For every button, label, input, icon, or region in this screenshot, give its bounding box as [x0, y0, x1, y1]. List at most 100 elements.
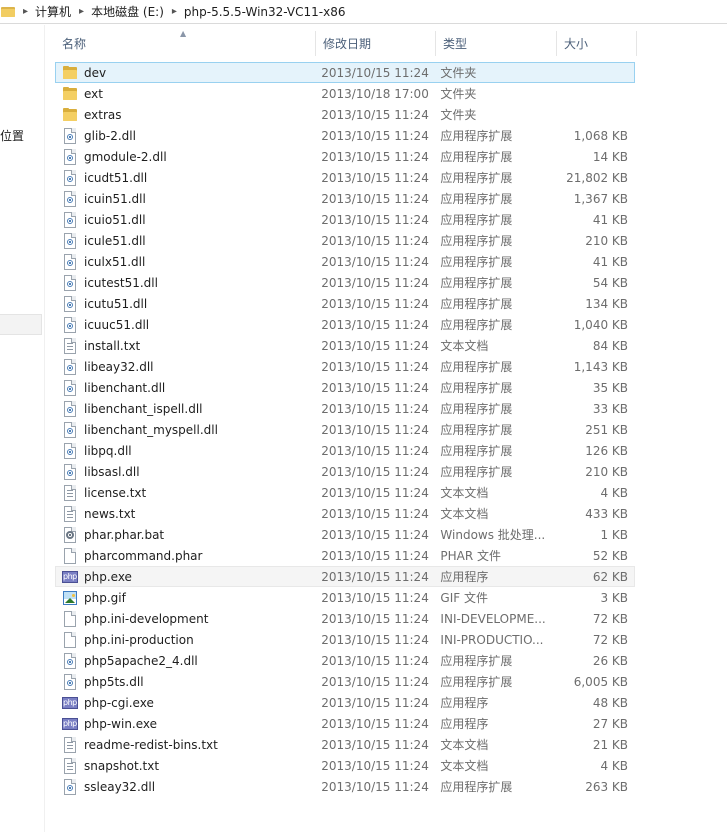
file-row[interactable]: icuio51.dll 2013/10/15 11:24 应用程序扩展 41 KB [55, 209, 635, 230]
file-name: icudt51.dll [84, 170, 148, 185]
file-name: php.gif [84, 590, 126, 605]
nav-item-locations[interactable]: 位置 [0, 127, 24, 144]
dll-icon [62, 232, 78, 249]
column-header-size[interactable]: 大小 [557, 31, 637, 56]
blank-file-icon [62, 631, 78, 648]
file-date-modified: 2013/10/15 11:24 [321, 170, 429, 185]
file-row[interactable]: snapshot.txt 2013/10/15 11:24 文本文档 4 KB [55, 755, 635, 776]
file-row[interactable]: libenchant.dll 2013/10/15 11:24 应用程序扩展 35 K… [55, 377, 635, 398]
file-row[interactable]: icuin51.dll 2013/10/15 11:24 应用程序扩展 1,367 K… [55, 188, 635, 209]
dll-icon [62, 778, 78, 795]
file-type: 应用程序扩展 [440, 276, 513, 290]
dll-icon [62, 211, 78, 228]
file-size: 72 KB [592, 632, 629, 647]
file-row[interactable]: install.txt 2013/10/15 11:24 文本文档 84 KB [55, 335, 635, 356]
php-exe-icon: php [62, 716, 78, 732]
dll-icon [62, 463, 78, 480]
file-name: icutest51.dll [84, 275, 158, 290]
php-icon-text: php [63, 571, 77, 581]
file-row[interactable]: php php-cgi.exe 2013/10/15 11:24 应用程序 48 KB [55, 692, 635, 713]
php-exe-icon: php [62, 569, 78, 585]
dll-icon [62, 358, 78, 375]
file-date-modified: 2013/10/15 11:24 [321, 611, 429, 626]
file-type: 应用程序扩展 [440, 171, 513, 185]
file-date-modified: 2013/10/15 11:24 [321, 191, 429, 206]
file-type: 文本文档 [440, 507, 489, 521]
file-row[interactable]: icutest51.dll 2013/10/15 11:24 应用程序扩展 54 KB [55, 272, 635, 293]
file-row[interactable]: php.gif 2013/10/15 11:24 GIF 文件 3 KB [55, 587, 635, 608]
file-name: icuuc51.dll [84, 317, 150, 332]
breadcrumb-drive[interactable]: 本地磁盘 (E:) [91, 3, 164, 20]
pane-divider[interactable] [44, 25, 45, 832]
php-exe-icon: php [62, 695, 78, 711]
file-row[interactable]: icuuc51.dll 2013/10/15 11:24 应用程序扩展 1,040 K… [55, 314, 635, 335]
file-date-modified: 2013/10/15 11:24 [321, 359, 429, 374]
file-date-modified: 2013/10/15 11:24 [321, 233, 429, 248]
file-row[interactable]: php php.exe 2013/10/15 11:24 应用程序 62 KB [55, 566, 635, 587]
blank-file-icon [62, 547, 78, 564]
breadcrumb-computer[interactable]: 计算机 [35, 3, 71, 20]
file-row[interactable]: libeay32.dll 2013/10/15 11:24 应用程序扩展 1,143 … [55, 356, 635, 377]
column-header-type[interactable]: 类型 [436, 31, 557, 56]
file-row[interactable]: icule51.dll 2013/10/15 11:24 应用程序扩展 210 KB [55, 230, 635, 251]
file-row[interactable]: glib-2.dll 2013/10/15 11:24 应用程序扩展 1,068 KB [55, 125, 635, 146]
file-type: 应用程序 [440, 696, 489, 710]
file-name: php-win.exe [84, 716, 158, 731]
file-type: 文件夹 [440, 108, 477, 122]
file-type: GIF 文件 [440, 591, 488, 605]
file-row[interactable]: license.txt 2013/10/15 11:24 文本文档 4 KB [55, 482, 635, 503]
file-size: 14 KB [592, 149, 629, 164]
file-row[interactable]: libenchant_ispell.dll 2013/10/15 11:24 应用程… [55, 398, 635, 419]
file-type: 应用程序扩展 [440, 423, 513, 437]
file-row[interactable]: dev 2013/10/15 11:24 文件夹 [55, 62, 635, 83]
file-name: php.ini-development [84, 611, 209, 626]
file-date-modified: 2013/10/15 11:24 [321, 590, 429, 605]
dll-icon [62, 400, 78, 417]
text-file-icon [62, 337, 78, 354]
file-row[interactable]: phar.phar.bat 2013/10/15 11:24 Windows 批处理… [55, 524, 635, 545]
file-row[interactable]: ext 2013/10/18 17:00 文件夹 [55, 83, 635, 104]
nav-selected-item[interactable] [0, 314, 42, 335]
file-row[interactable]: icudt51.dll 2013/10/15 11:24 应用程序扩展 21,802 … [55, 167, 635, 188]
column-header-name[interactable]: ▲ 名称 [55, 29, 316, 56]
file-row[interactable]: icutu51.dll 2013/10/15 11:24 应用程序扩展 134 KB [55, 293, 635, 314]
file-row[interactable]: php.ini-production 2013/10/15 11:24 INI-PR… [55, 629, 635, 650]
file-size: 48 KB [592, 695, 629, 710]
file-name: php.exe [84, 569, 132, 584]
file-row[interactable]: pharcommand.phar 2013/10/15 11:24 PHAR 文件 5… [55, 545, 635, 566]
file-size: 62 KB [592, 569, 629, 584]
file-row[interactable]: news.txt 2013/10/15 11:24 文本文档 433 KB [55, 503, 635, 524]
column-header-date[interactable]: 修改日期 [316, 31, 436, 56]
file-row[interactable]: php5apache2_4.dll 2013/10/15 11:24 应用程序扩展 2… [55, 650, 635, 671]
navigation-pane[interactable]: 位置 [0, 25, 44, 832]
address-bar[interactable]: ▸ 计算机 ▸ 本地磁盘 (E:) ▸ php-5.5.5-Win32-VC11… [0, 0, 727, 24]
file-row[interactable]: libenchant_myspell.dll 2013/10/15 11:24 应用… [55, 419, 635, 440]
chevron-right-icon[interactable]: ▸ [23, 6, 28, 17]
file-row[interactable]: php5ts.dll 2013/10/15 11:24 应用程序扩展 6,005 KB [55, 671, 635, 692]
file-row[interactable]: libsasl.dll 2013/10/15 11:24 应用程序扩展 210 KB [55, 461, 635, 482]
file-row[interactable]: php.ini-development 2013/10/15 11:24 INI-D… [55, 608, 635, 629]
file-row[interactable]: libpq.dll 2013/10/15 11:24 应用程序扩展 126 KB [55, 440, 635, 461]
file-type: 应用程序扩展 [440, 381, 513, 395]
file-row[interactable]: readme-redist-bins.txt 2013/10/15 11:24 文本… [55, 734, 635, 755]
php-icon-text: php [63, 697, 77, 707]
file-date-modified: 2013/10/15 11:24 [321, 65, 429, 80]
file-row[interactable]: ssleay32.dll 2013/10/15 11:24 应用程序扩展 263 KB [55, 776, 635, 797]
file-row[interactable]: extras 2013/10/15 11:24 文件夹 [55, 104, 635, 125]
file-name: libenchant_myspell.dll [84, 422, 218, 437]
file-date-modified: 2013/10/15 11:24 [321, 737, 429, 752]
file-size: 433 KB [585, 506, 629, 521]
chevron-right-icon[interactable]: ▸ [172, 6, 177, 17]
file-row[interactable]: gmodule-2.dll 2013/10/15 11:24 应用程序扩展 14 KB [55, 146, 635, 167]
file-name: ssleay32.dll [84, 779, 156, 794]
file-row[interactable]: php php-win.exe 2013/10/15 11:24 应用程序 27 KB [55, 713, 635, 734]
file-date-modified: 2013/10/15 11:24 [321, 674, 429, 689]
chevron-right-icon[interactable]: ▸ [79, 6, 84, 17]
file-date-modified: 2013/10/15 11:24 [321, 548, 429, 563]
breadcrumb-folder[interactable]: php-5.5.5-Win32-VC11-x86 [184, 5, 346, 19]
file-row[interactable]: iculx51.dll 2013/10/15 11:24 应用程序扩展 41 KB [55, 251, 635, 272]
file-type: 应用程序扩展 [440, 402, 513, 416]
file-type: 应用程序扩展 [440, 192, 513, 206]
file-name: php.ini-production [84, 632, 194, 647]
file-date-modified: 2013/10/15 11:24 [321, 758, 429, 773]
